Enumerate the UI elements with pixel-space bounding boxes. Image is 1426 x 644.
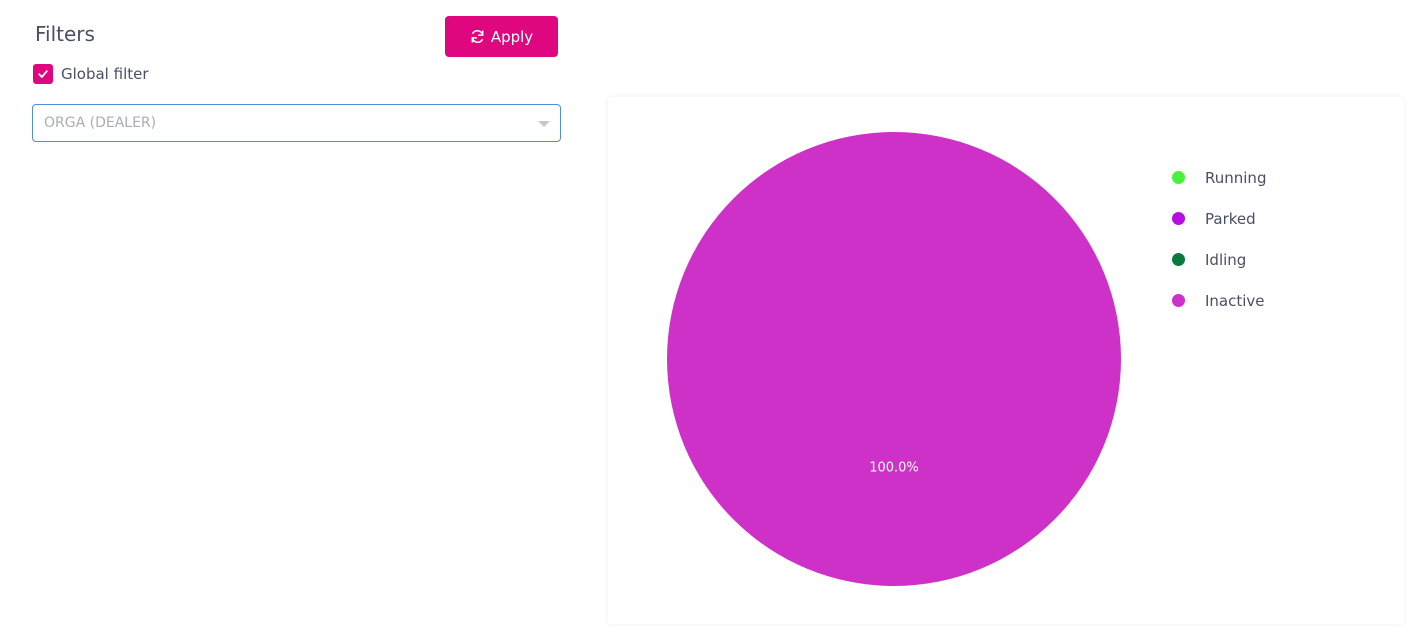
global-filter-label: Global filter xyxy=(61,65,149,83)
chart-legend: Running Parked Idling Inactive xyxy=(1172,157,1266,321)
legend-dot xyxy=(1172,171,1185,184)
legend-label: Parked xyxy=(1205,209,1256,228)
legend-item-parked[interactable]: Parked xyxy=(1172,198,1266,239)
organisation-select[interactable]: ORGA (DEALER) xyxy=(32,104,561,142)
global-filter-checkbox[interactable] xyxy=(33,64,53,84)
legend-item-idling[interactable]: Idling xyxy=(1172,239,1266,280)
legend-label: Idling xyxy=(1205,250,1247,269)
legend-label: Running xyxy=(1205,168,1267,187)
legend-label: Inactive xyxy=(1205,291,1265,310)
status-pie-chart: 100.0% xyxy=(667,132,1121,586)
check-icon xyxy=(37,65,49,84)
legend-item-running[interactable]: Running xyxy=(1172,157,1266,198)
apply-button[interactable]: Apply xyxy=(445,16,558,57)
status-pie-card: 100.0% Running Parked Idling Inactive xyxy=(608,97,1404,624)
refresh-icon xyxy=(470,29,485,44)
filters-title: Filters xyxy=(35,22,95,46)
organisation-select-value: ORGA (DEALER) xyxy=(44,115,157,131)
legend-dot xyxy=(1172,294,1185,307)
legend-item-inactive[interactable]: Inactive xyxy=(1172,280,1266,321)
global-filter-row[interactable]: Global filter xyxy=(33,64,149,84)
chevron-down-icon[interactable] xyxy=(538,121,550,127)
legend-dot xyxy=(1172,253,1185,266)
legend-dot xyxy=(1172,212,1185,225)
pie-slice-inactive[interactable] xyxy=(667,132,1121,586)
pie-data-label: 100.0% xyxy=(869,460,919,475)
filters-panel: Filters Apply Global filter ORGA (DEALER… xyxy=(0,0,580,644)
apply-label: Apply xyxy=(490,27,534,46)
